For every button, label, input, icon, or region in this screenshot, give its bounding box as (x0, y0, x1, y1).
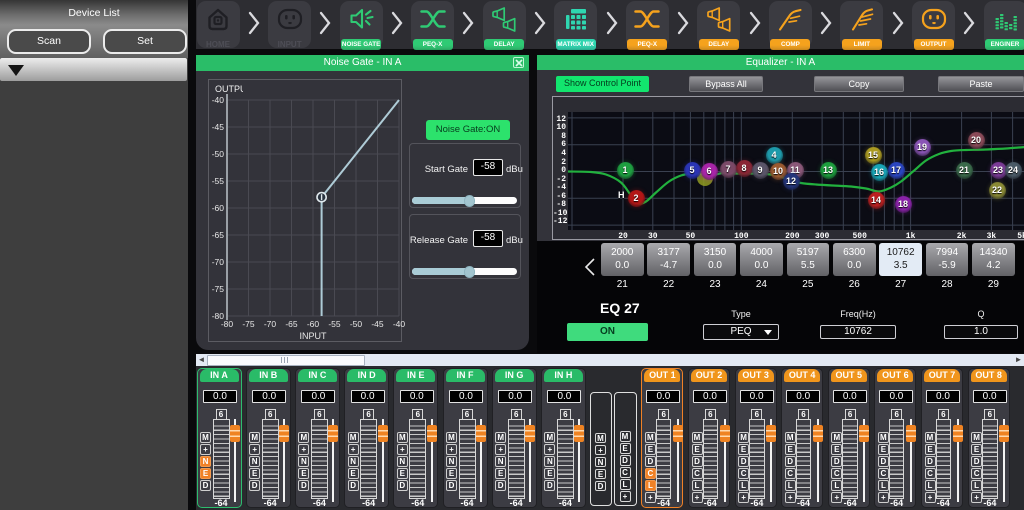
svg-text:-65: -65 (212, 230, 225, 240)
svg-text:-40: -40 (393, 319, 406, 329)
svg-text:-45: -45 (371, 319, 384, 329)
svg-text:-55: -55 (212, 176, 225, 186)
svg-text:-50: -50 (212, 149, 225, 159)
svg-text:-75: -75 (242, 319, 255, 329)
svg-text:-40: -40 (212, 95, 225, 105)
svg-text:-60: -60 (212, 203, 225, 213)
svg-text:-55: -55 (328, 319, 341, 329)
svg-text:-65: -65 (285, 319, 298, 329)
svg-text:-70: -70 (264, 319, 277, 329)
svg-text:-70: -70 (212, 257, 225, 267)
svg-text:-50: -50 (350, 319, 363, 329)
svg-text:-45: -45 (212, 122, 225, 132)
svg-text:INPUT: INPUT (300, 331, 328, 341)
svg-text:-60: -60 (307, 319, 320, 329)
svg-text:-75: -75 (212, 284, 225, 294)
svg-text:-80: -80 (221, 319, 234, 329)
